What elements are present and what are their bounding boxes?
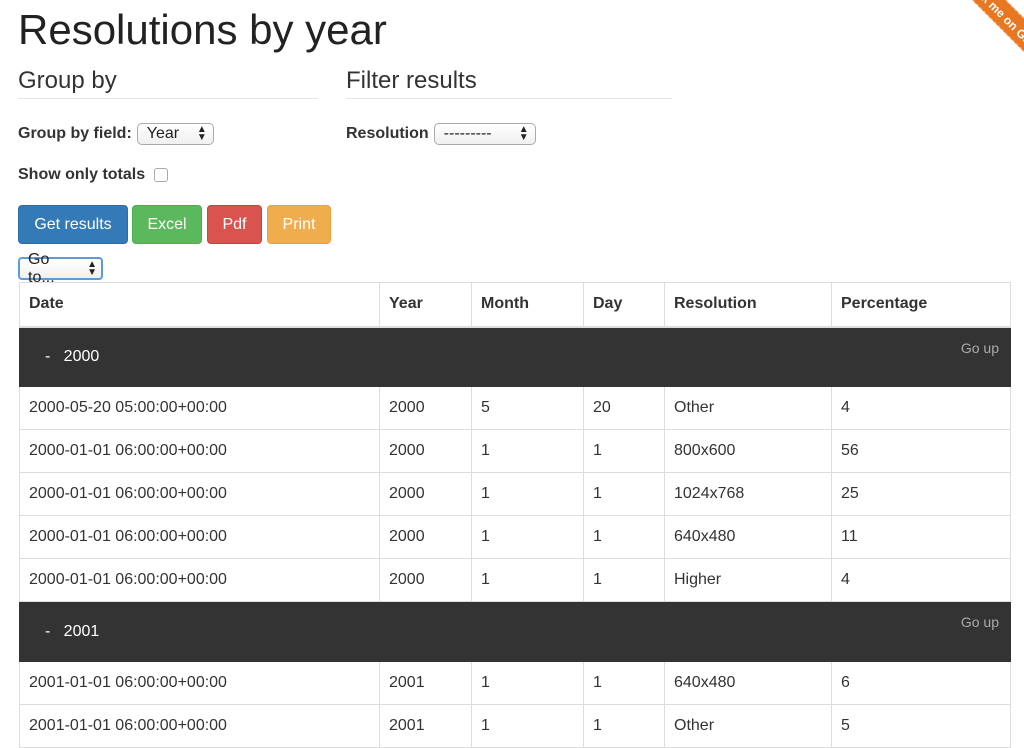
resolution-filter-value: --------- [443,125,492,142]
group-by-heading: Group by [18,66,318,99]
cell-date: 2001-01-01 06:00:00+00:00 [19,704,380,748]
resolution-filter-label: Resolution [346,125,429,142]
cell-year: 2001 [379,704,472,748]
cell-percentage: 4 [831,558,1011,602]
cell-resolution: Higher [664,558,832,602]
column-header-day: Day [583,282,665,328]
column-header-percentage: Percentage [831,282,1011,328]
column-header-resolution: Resolution [664,282,832,328]
cell-date: 2000-01-01 06:00:00+00:00 [19,558,380,602]
cell-month: 1 [471,661,584,705]
get-results-button[interactable]: Get results [18,205,128,244]
cell-resolution: 640x480 [664,515,832,559]
resolution-filter-row: Resolution --------- ▲ ▼ [346,123,536,145]
select-arrows-icon: ▲ ▼ [518,124,529,143]
print-button[interactable]: Print [267,205,331,244]
cell-month: 1 [471,558,584,602]
cell-day: 1 [583,429,665,473]
cell-resolution: 800x600 [664,429,832,473]
table-row: 2001-01-01 06:00:00+00:00 2001 1 1 Other 5 [19,704,1011,748]
table-row: 2001-01-01 06:00:00+00:00 2001 1 1 640x480 6 [19,661,1011,705]
select-arrows-icon: ▲ ▼ [87,258,97,278]
cell-day: 20 [583,386,665,430]
cell-year: 2000 [379,515,472,559]
table-row: 2000-01-01 06:00:00+00:00 2000 1 1 640x480 11 [19,515,1011,559]
select-arrows-icon: ▲ ▼ [196,124,207,143]
group-by-field-row: Group by field: Year ▲ ▼ [18,123,214,145]
group-row: - 2000 Go up [19,326,1011,387]
table-row: 2000-01-01 06:00:00+00:00 2000 1 1 Higher 4 [19,558,1011,602]
cell-resolution: Other [664,386,832,430]
show-totals-label: Show only totals [18,166,146,183]
cell-date: 2000-01-01 06:00:00+00:00 [19,515,380,559]
cell-year: 2000 [379,558,472,602]
go-up-link[interactable]: Go up [961,340,999,356]
cell-day: 1 [583,472,665,516]
cell-resolution: 1024x768 [664,472,832,516]
page-title: Resolutions by year [18,6,387,53]
cell-date: 2000-01-01 06:00:00+00:00 [19,472,380,516]
group-by-field-select[interactable]: Year ▲ ▼ [136,123,214,145]
show-totals-row: Show only totals [18,166,169,184]
cell-date: 2001-01-01 06:00:00+00:00 [19,661,380,705]
pdf-button[interactable]: Pdf [207,205,262,244]
table-row: 2000-05-20 05:00:00+00:00 2000 5 20 Other 4 [19,386,1011,430]
cell-percentage: 56 [831,429,1011,473]
cell-date: 2000-01-01 06:00:00+00:00 [19,429,380,473]
go-up-link[interactable]: Go up [961,614,999,630]
cell-month: 1 [471,472,584,516]
group-by-field-value: Year [146,125,180,142]
cell-year: 2000 [379,429,472,473]
cell-day: 1 [583,661,665,705]
cell-percentage: 25 [831,472,1011,516]
group-label[interactable]: - 2001 [29,623,99,640]
cell-percentage: 11 [831,515,1011,559]
table-header-row: Date Year Month Day Resolution Percentag… [19,282,1011,328]
cell-month: 1 [471,515,584,559]
goto-select[interactable]: Go to... ▲ ▼ [18,251,103,286]
cell-resolution: 640x480 [664,661,832,705]
cell-month: 5 [471,386,584,430]
filter-results-heading: Filter results [346,66,672,99]
cell-resolution: Other [664,704,832,748]
cell-year: 2000 [379,386,472,430]
group-row: - 2001 Go up [19,601,1011,662]
table-row: 2000-01-01 06:00:00+00:00 2000 1 1 800x600 56 [19,429,1011,473]
github-ribbon[interactable]: Fork me on GitHub [961,0,1024,68]
cell-month: 1 [471,429,584,473]
cell-year: 2001 [379,661,472,705]
column-header-date: Date [19,282,380,328]
cell-day: 1 [583,558,665,602]
group-label[interactable]: - 2000 [29,348,99,365]
results-table-wrap: Date Year Month Day Resolution Percentag… [19,282,1011,748]
show-totals-checkbox[interactable] [154,168,169,182]
cell-percentage: 5 [831,704,1011,748]
cell-month: 1 [471,704,584,748]
group-cell: - 2000 Go up [19,326,1011,387]
group-by-field-label: Group by field: [18,125,132,142]
cell-year: 2000 [379,472,472,516]
results-table: Date Year Month Day Resolution Percentag… [19,282,1011,748]
table-row: 2000-01-01 06:00:00+00:00 2000 1 1 1024x768 2… [19,472,1011,516]
resolution-filter-select[interactable]: --------- ▲ ▼ [433,123,536,145]
cell-day: 1 [583,515,665,559]
group-cell: - 2001 Go up [19,601,1011,662]
excel-button[interactable]: Excel [132,205,202,244]
column-header-year: Year [379,282,472,328]
cell-percentage: 4 [831,386,1011,430]
cell-percentage: 6 [831,661,1011,705]
cell-date: 2000-05-20 05:00:00+00:00 [19,386,380,430]
column-header-month: Month [471,282,584,328]
cell-day: 1 [583,704,665,748]
